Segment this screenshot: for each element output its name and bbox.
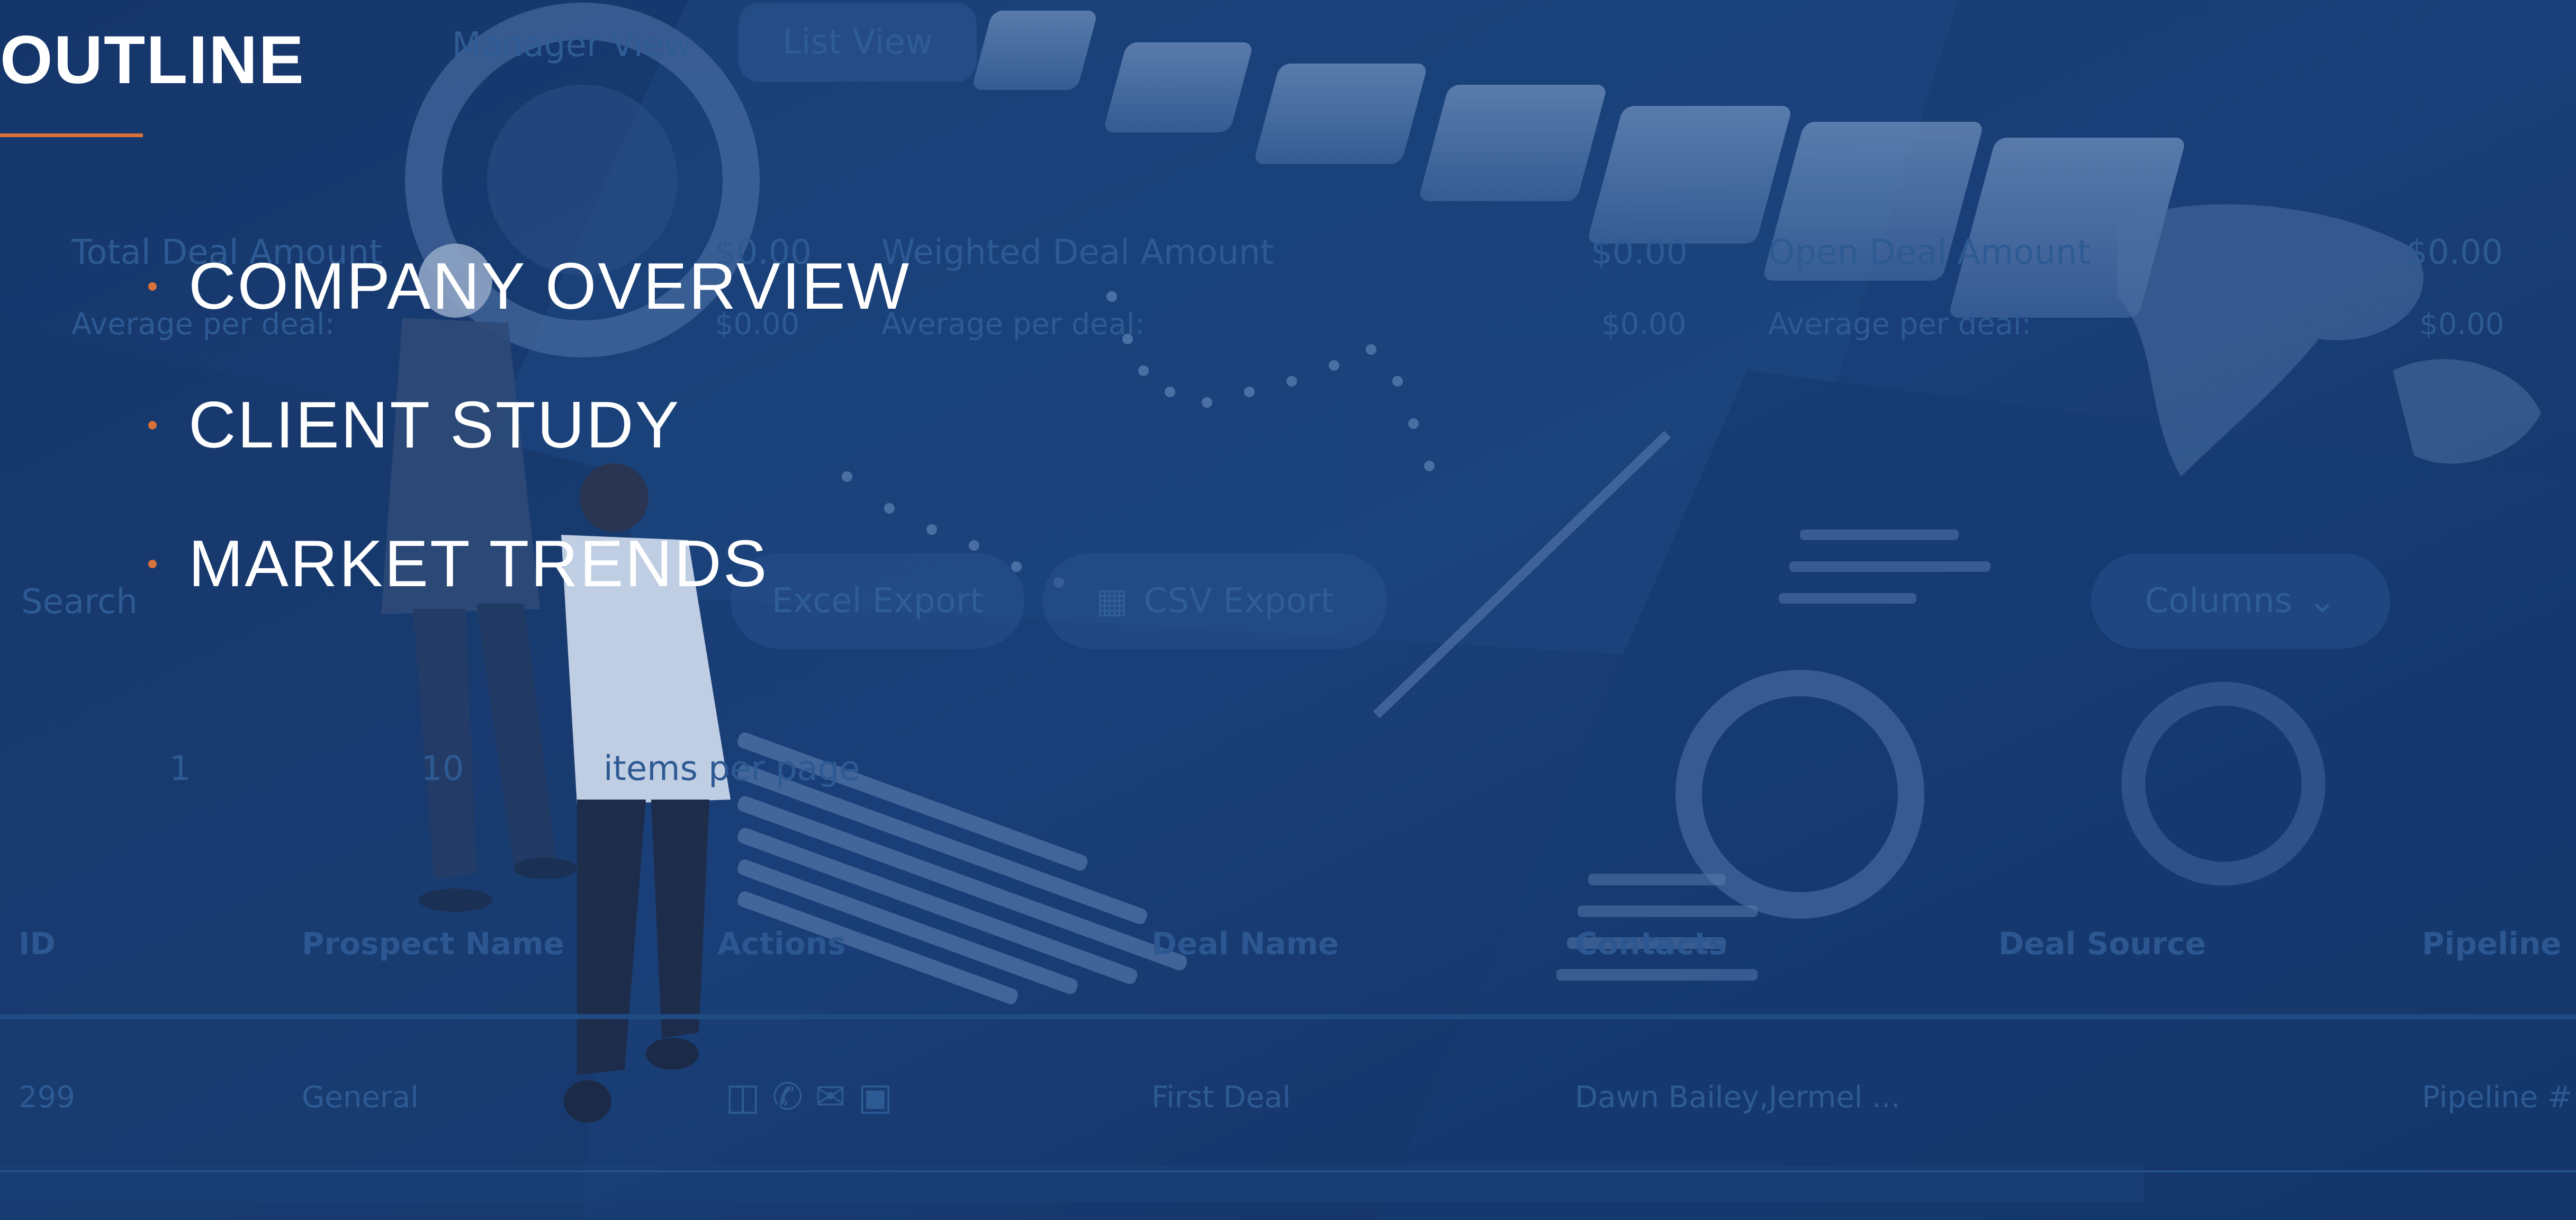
csv-export-label: CSV Export bbox=[1143, 581, 1334, 621]
bullet-dot bbox=[148, 421, 157, 429]
excel-export-button[interactable]: Excel Export bbox=[731, 553, 1024, 649]
columns-dropdown[interactable]: Columns ⌄ bbox=[2091, 553, 2390, 649]
chevron-down-icon: ⌄ bbox=[2308, 581, 2337, 621]
summary-label-open: Open Deal Amount bbox=[1768, 233, 2091, 272]
slide-title: OUTLINE bbox=[0, 22, 305, 98]
summary-avg-value-open: $0.00 bbox=[2419, 307, 2505, 342]
pagination-page-size[interactable]: 10 bbox=[421, 749, 464, 788]
column-header-deal-source[interactable]: Deal Source bbox=[1998, 926, 2206, 962]
row-contacts[interactable]: Dawn Bailey,Jermel ... bbox=[1575, 1080, 1901, 1115]
title-underline bbox=[0, 133, 143, 137]
outline-item-client-study: CLIENT STUDY bbox=[148, 388, 680, 463]
row-action-icons[interactable]: ◫ ✆ ✉ ▣ bbox=[725, 1075, 893, 1118]
row-deal-name[interactable]: First Deal bbox=[1151, 1080, 1291, 1115]
outline-item-label: MARKET TRENDS bbox=[188, 527, 769, 600]
search-input[interactable]: Search bbox=[21, 582, 138, 622]
outline-item-market-trends: MARKET TRENDS bbox=[148, 526, 768, 602]
summary-avg-label-open: Average per deal: bbox=[1768, 307, 2032, 342]
column-header-prospect-name[interactable]: Prospect Name bbox=[302, 926, 564, 962]
column-header-id[interactable]: ID bbox=[19, 926, 56, 962]
summary-value-weighted: $0.00 bbox=[1591, 233, 1688, 272]
row-pipeline[interactable]: Pipeline # bbox=[2422, 1080, 2572, 1115]
tab-manager-view[interactable]: Manager View bbox=[434, 11, 709, 79]
excel-export-label: Excel Export bbox=[771, 581, 984, 621]
tab-list-view[interactable]: List View bbox=[738, 3, 977, 82]
pagination-items-per-page: items per page bbox=[604, 749, 860, 788]
column-header-contacts[interactable]: Contacts bbox=[1575, 926, 1727, 962]
outline-item-label: COMPANY OVERVIEW bbox=[188, 250, 911, 323]
summary-label-weighted: Weighted Deal Amount bbox=[881, 233, 1274, 272]
pagination-page[interactable]: 1 bbox=[169, 749, 191, 788]
table-row-divider bbox=[0, 1170, 2576, 1172]
csv-export-button[interactable]: ▦ CSV Export bbox=[1043, 553, 1387, 649]
summary-value-open: $0.00 bbox=[2406, 233, 2503, 272]
slide-stage: Manager View List View Total Deal Amount… bbox=[0, 0, 2576, 1220]
table-header-divider bbox=[0, 1014, 2576, 1019]
outline-item-company-overview: COMPANY OVERVIEW bbox=[148, 249, 911, 324]
outline-item-label: CLIENT STUDY bbox=[188, 389, 681, 462]
summary-avg-label-weighted: Average per deal: bbox=[881, 307, 1145, 342]
column-header-actions[interactable]: Actions bbox=[717, 926, 846, 962]
column-header-deal-name[interactable]: Deal Name bbox=[1151, 926, 1339, 962]
column-header-pipeline[interactable]: Pipeline bbox=[2422, 926, 2562, 962]
summary-avg-value-weighted: $0.00 bbox=[1601, 307, 1687, 342]
bullet-dot bbox=[148, 282, 157, 291]
row-id[interactable]: 299 bbox=[19, 1080, 75, 1115]
row-prospect-name[interactable]: General bbox=[302, 1080, 419, 1115]
csv-file-icon: ▦ bbox=[1096, 581, 1128, 621]
columns-label: Columns bbox=[2145, 581, 2292, 621]
bullet-dot bbox=[148, 560, 157, 568]
